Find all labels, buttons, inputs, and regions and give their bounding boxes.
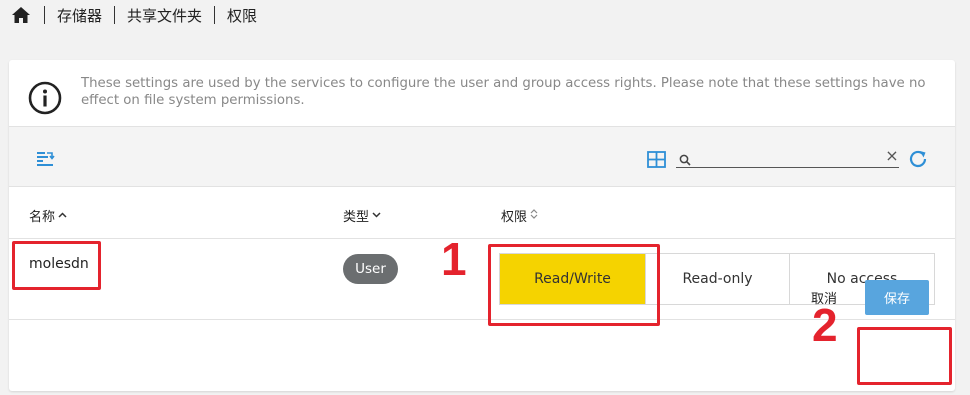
breadcrumb-shared-folders[interactable]: 共享文件夹 [127,5,202,26]
home-icon[interactable] [10,5,32,25]
breadcrumb-separator [44,6,45,24]
column-header-type[interactable]: 类型 [343,206,381,225]
column-header-name[interactable]: 名称 [29,206,67,225]
breadcrumb-storage[interactable]: 存储器 [57,5,102,26]
permission-read-only-button[interactable]: Read-only [646,254,790,304]
info-banner: These settings are used by the services … [9,60,955,127]
share-settings-icon[interactable] [34,150,56,168]
clear-icon[interactable]: × [885,148,899,164]
toolbar: × [9,127,955,187]
sort-desc-icon [372,210,381,221]
info-text: These settings are used by the services … [81,76,926,108]
breadcrumb-separator [214,6,216,24]
save-button[interactable]: 保存 [865,280,929,315]
annotation-box-name [12,241,101,290]
search-box: × [676,148,899,168]
sort-asc-icon [58,210,67,221]
search-icon [679,151,691,166]
breadcrumb-separator [114,6,116,24]
info-icon [28,81,62,115]
table-header: 名称 类型 权限 [9,187,955,239]
annotation-marker-1: 1 [441,233,467,285]
type-badge: User [343,254,398,284]
grid-view-icon[interactable] [646,149,666,169]
search-input[interactable] [698,148,878,166]
breadcrumb: 存储器 共享文件夹 权限 [10,4,269,26]
breadcrumb-permissions: 权限 [227,6,258,25]
sort-both-icon [530,209,538,222]
annotation-box-permission [488,244,660,326]
column-header-permissions[interactable]: 权限 [501,206,538,225]
annotation-box-save [857,327,952,385]
refresh-icon[interactable] [906,148,930,170]
annotation-marker-2: 2 [812,299,838,351]
